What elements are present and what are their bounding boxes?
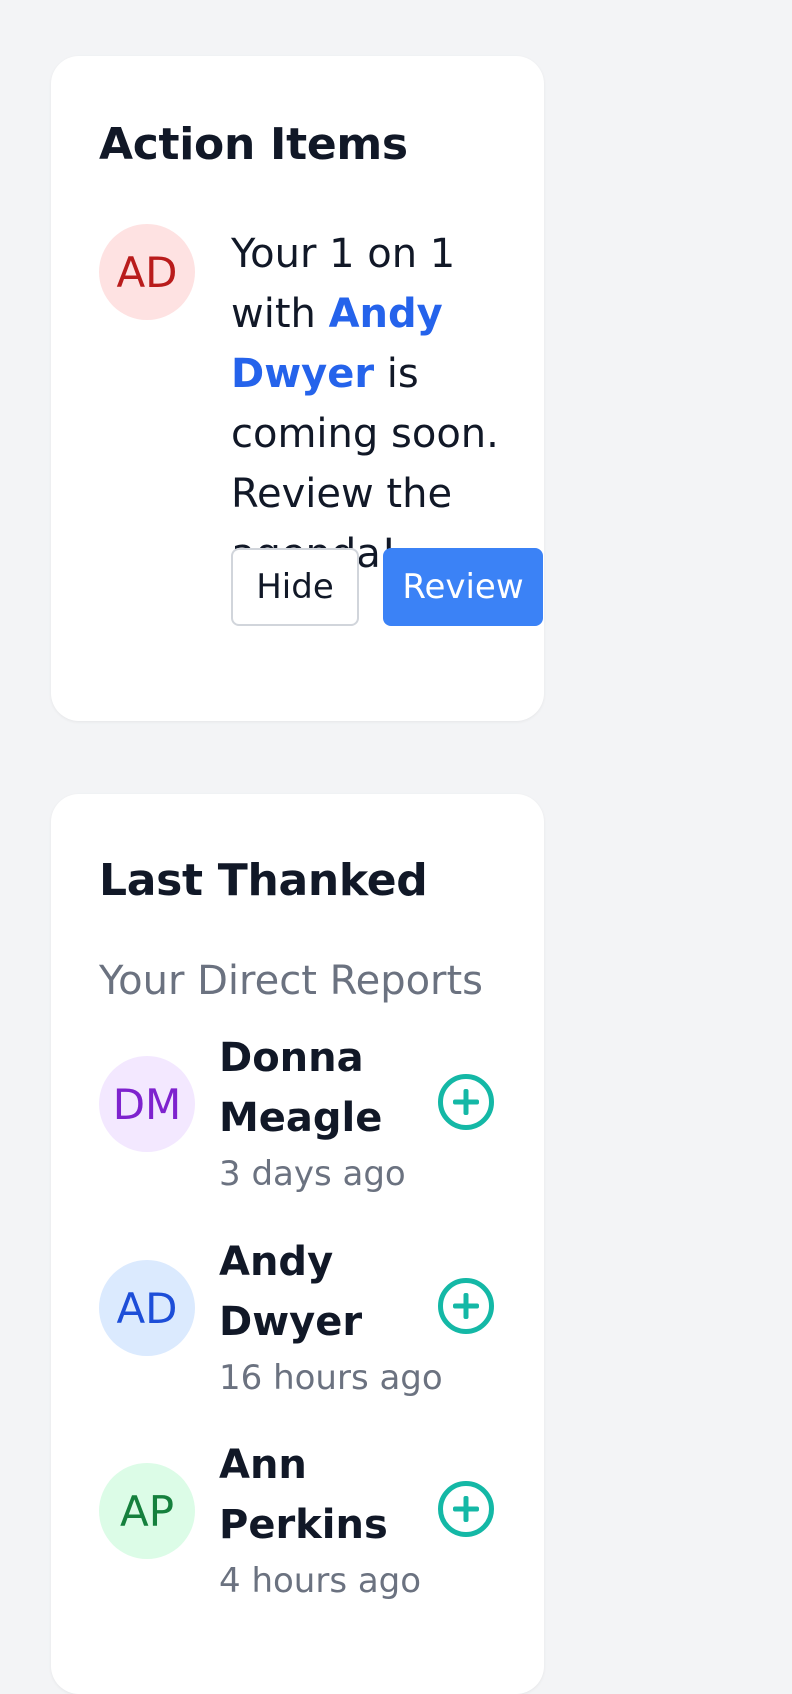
person-name: Donna Meagle xyxy=(219,1035,383,1141)
person-name: Andy Dwyer xyxy=(219,1239,363,1345)
list-item: DM Donna Meagle 3 days ago xyxy=(51,1035,544,1216)
avatar: DM xyxy=(99,1056,195,1152)
last-thanked-card: Last Thanked Your Direct Reports DM Donn… xyxy=(51,794,544,1694)
last-thanked-time: 16 hours ago xyxy=(219,1358,443,1398)
last-thanked-title: Last Thanked xyxy=(99,855,428,906)
action-items-card: Action Items AD Your 1 on 1 with Andy Dw… xyxy=(51,56,544,721)
last-thanked-time: 3 days ago xyxy=(219,1154,406,1194)
hide-button[interactable]: Hide xyxy=(231,548,359,626)
list-item: AP Ann Perkins 4 hours ago xyxy=(51,1442,544,1623)
avatar: AP xyxy=(99,1463,195,1559)
action-item-message: Your 1 on 1 with Andy Dwyer is coming so… xyxy=(231,224,551,584)
plus-circle-icon[interactable] xyxy=(438,1481,494,1537)
avatar: AD xyxy=(99,224,195,320)
person-name: Ann Perkins xyxy=(219,1442,388,1548)
action-items-title: Action Items xyxy=(99,119,408,170)
list-item: AD Andy Dwyer 16 hours ago xyxy=(51,1239,544,1420)
last-thanked-time: 4 hours ago xyxy=(219,1561,422,1601)
avatar: AD xyxy=(99,1260,195,1356)
plus-circle-icon[interactable] xyxy=(438,1074,494,1130)
direct-reports-subheading: Your Direct Reports xyxy=(99,958,484,1004)
review-button[interactable]: Review xyxy=(383,548,543,626)
plus-circle-icon[interactable] xyxy=(438,1278,494,1334)
